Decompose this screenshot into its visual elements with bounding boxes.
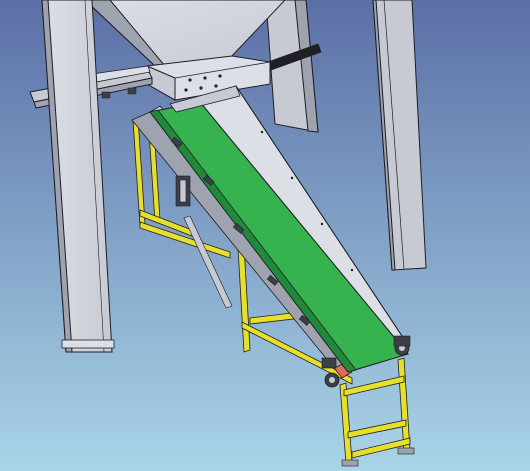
cad-viewport[interactable] [0, 0, 530, 471]
tail-roller [175, 175, 191, 207]
conveyor-cad-model[interactable] [0, 0, 530, 471]
